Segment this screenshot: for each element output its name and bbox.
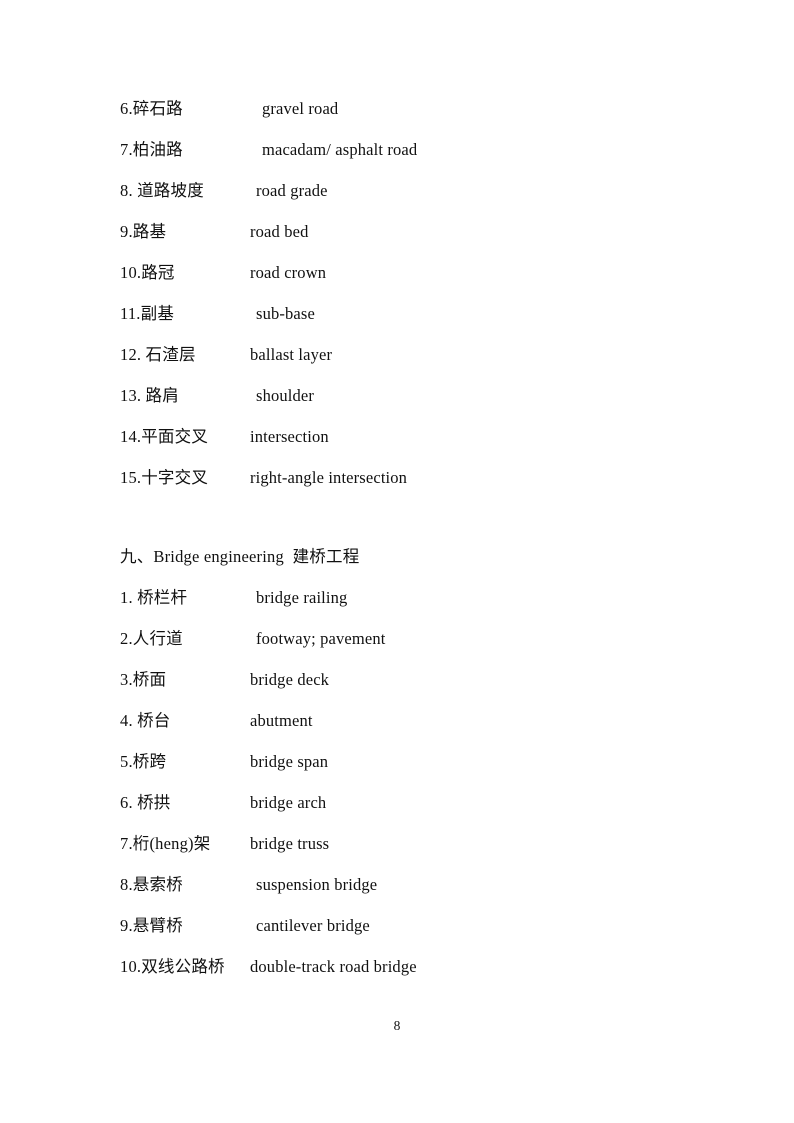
road-entry-gloss: sub-base — [256, 304, 315, 323]
bridge-entry-gloss: cantilever bridge — [256, 916, 370, 935]
road-entry-gloss: road crown — [250, 263, 327, 282]
road-entry-gloss: macadam/ asphalt road — [262, 140, 418, 159]
document-page: 6.碎石路 gravel road 7.柏油路 macadam/ asphalt ro… — [0, 0, 794, 1123]
bridge-entry-gloss: double-track road bridge — [250, 957, 417, 976]
glossary-row: 6. 桥拱 bridge arch — [0, 782, 794, 823]
glossary-row: 6.碎石路 gravel road — [0, 88, 794, 129]
glossary-row: 9.悬臂桥 cantilever bridge — [0, 905, 794, 946]
bridge-entry-term: 9.悬臂桥 — [120, 916, 183, 935]
road-entry-term: 9.路基 — [120, 222, 167, 241]
bridge-entry-term: 4. 桥台 — [120, 711, 171, 730]
bridge-entry-term: 3.桥面 — [120, 670, 167, 689]
glossary-row: 14.平面交叉 intersection — [0, 416, 794, 457]
road-entry-gloss: right-angle intersection — [250, 468, 408, 487]
glossary-row: 15.十字交叉 right-angle intersection — [0, 457, 794, 498]
glossary-row: 12. 石渣层 ballast layer — [0, 334, 794, 375]
glossary-row: 8. 道路坡度 road grade — [0, 170, 794, 211]
road-entry-term: 12. 石渣层 — [120, 345, 196, 364]
section-number: 九、 — [120, 547, 154, 566]
bridge-entry-gloss: abutment — [250, 711, 313, 730]
section-heading-bridge-engineering: 九、Bridge engineering 建桥工程 — [0, 536, 794, 577]
bridge-entry-term: 6. 桥拱 — [120, 793, 171, 812]
bridge-entry-gloss: bridge railing — [256, 588, 348, 607]
road-entry-term: 6.碎石路 — [120, 99, 183, 118]
road-entry-gloss: road bed — [250, 222, 309, 241]
bridge-entry-term: 1. 桥栏杆 — [120, 588, 188, 607]
road-entry-term: 8. 道路坡度 — [120, 181, 204, 200]
bridge-entry-term: 8.悬索桥 — [120, 875, 183, 894]
section-title-english: Bridge engineering — [153, 547, 284, 566]
glossary-row: 8.悬索桥 suspension bridge — [0, 864, 794, 905]
glossary-row: 7.柏油路 macadam/ asphalt road — [0, 129, 794, 170]
road-entry-gloss: ballast layer — [250, 345, 333, 364]
glossary-row: 3.桥面 bridge deck — [0, 659, 794, 700]
road-entry-term: 7.柏油路 — [120, 140, 183, 159]
bridge-entry-gloss: suspension bridge — [256, 875, 378, 894]
glossary-row: 11.副基 sub-base — [0, 293, 794, 334]
glossary-row: 5.桥跨 bridge span — [0, 741, 794, 782]
bridge-entry-gloss: bridge deck — [250, 670, 330, 689]
section-title-chinese: 建桥工程 — [292, 547, 360, 566]
glossary-row: 10.双线公路桥 double-track road bridge — [0, 946, 794, 987]
bridge-entry-gloss: bridge arch — [250, 793, 327, 812]
bridge-entry-term: 5.桥跨 — [120, 752, 167, 771]
bridge-entry-term: 7.桁(heng)架 — [120, 834, 211, 853]
bridge-entry-gloss: footway; pavement — [256, 629, 386, 648]
glossary-row: 13. 路肩 shoulder — [0, 375, 794, 416]
glossary-row: 9.路基 road bed — [0, 211, 794, 252]
road-entry-term: 15.十字交叉 — [120, 468, 209, 487]
road-entry-gloss: road grade — [256, 181, 328, 200]
bridge-entry-term: 2.人行道 — [120, 629, 183, 648]
road-entry-term: 13. 路肩 — [120, 386, 179, 405]
road-entry-term: 11.副基 — [120, 304, 175, 323]
road-entry-gloss: gravel road — [262, 99, 339, 118]
bridge-entry-list: 1. 桥栏杆 bridge railing 2.人行道 footway; paveme… — [0, 577, 794, 987]
road-entry-gloss: intersection — [250, 427, 329, 446]
road-entry-term: 14.平面交叉 — [120, 427, 209, 446]
page-number: 8 — [393, 1018, 401, 1033]
road-entry-list: 6.碎石路 gravel road 7.柏油路 macadam/ asphalt ro… — [0, 88, 794, 498]
bridge-entry-term: 10.双线公路桥 — [120, 957, 225, 976]
glossary-row: 7.桁(heng)架 bridge truss — [0, 823, 794, 864]
glossary-row: 4. 桥台 abutment — [0, 700, 794, 741]
page-content: 6.碎石路 gravel road 7.柏油路 macadam/ asphalt ro… — [0, 88, 794, 987]
road-entry-gloss: shoulder — [256, 386, 315, 405]
glossary-row: 10.路冠 road crown — [0, 252, 794, 293]
glossary-row: 1. 桥栏杆 bridge railing — [0, 577, 794, 618]
glossary-row: 2.人行道 footway; pavement — [0, 618, 794, 659]
road-entry-term: 10.路冠 — [120, 263, 175, 282]
bridge-entry-gloss: bridge span — [250, 752, 329, 771]
bridge-entry-gloss: bridge truss — [250, 834, 330, 853]
